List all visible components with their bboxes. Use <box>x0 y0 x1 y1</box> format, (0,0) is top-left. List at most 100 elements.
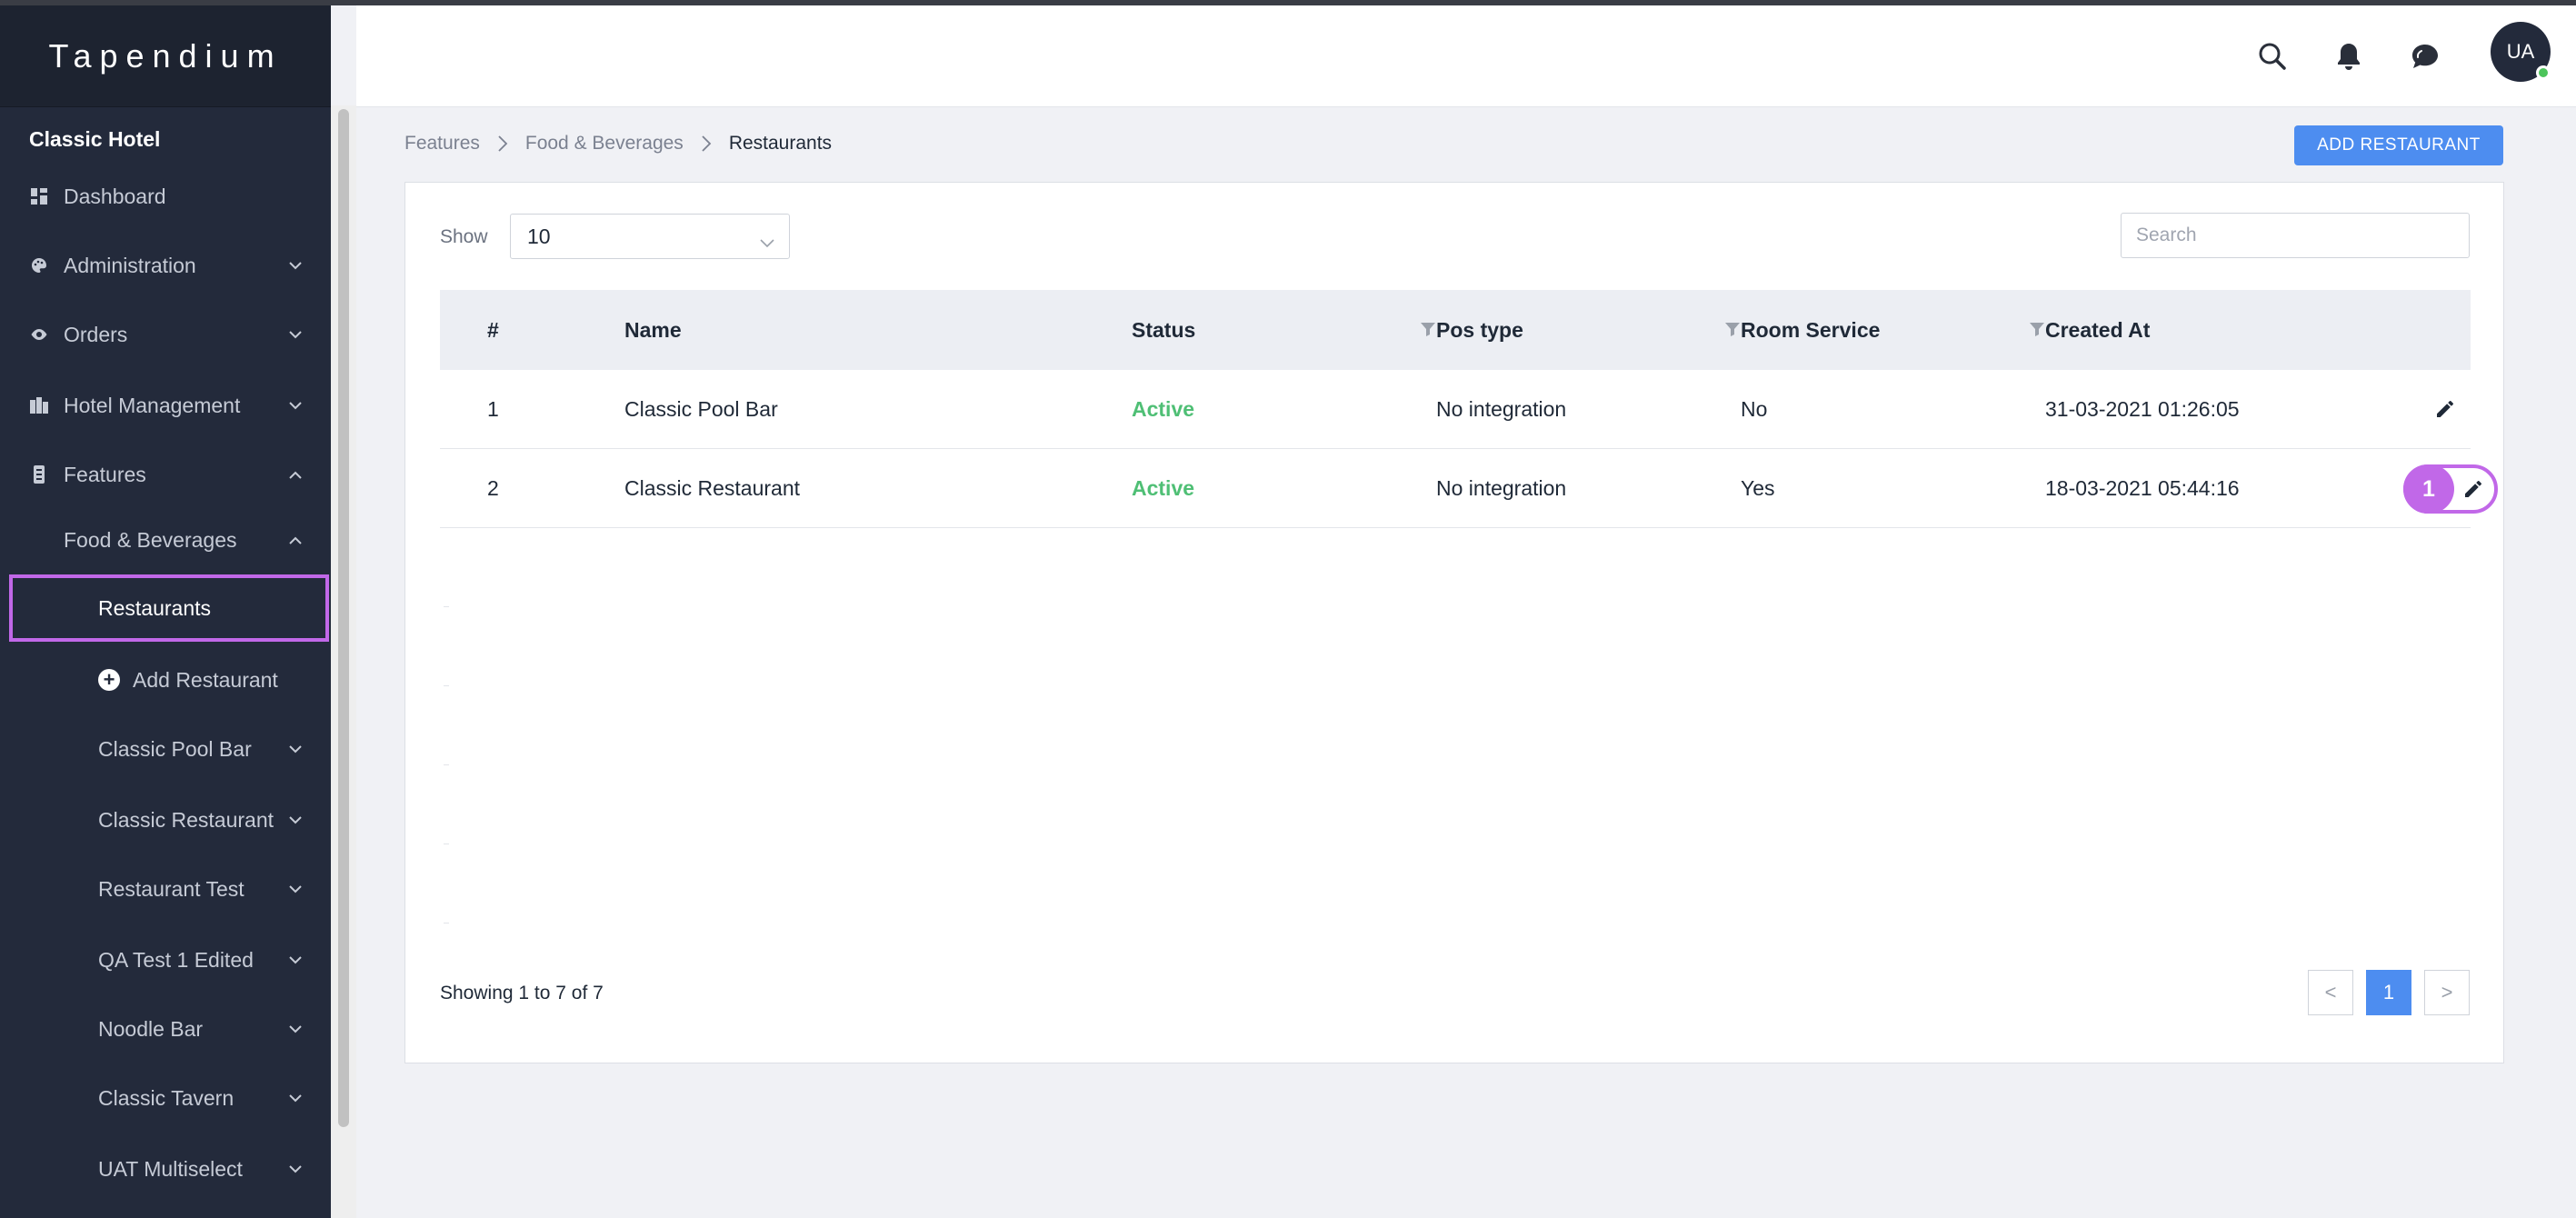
sidebar-item-label: Orders <box>64 322 128 346</box>
chevron-up-icon <box>287 466 304 483</box>
plus-circle-icon: + <box>98 669 120 691</box>
eye-icon <box>29 324 49 344</box>
cell-room-service: Yes <box>1741 476 1775 500</box>
breadcrumb: Features Food & Beverages Restaurants <box>404 133 832 155</box>
chevron-down-icon <box>287 397 304 414</box>
sidebar-item-label: Noodle Bar <box>98 1016 204 1041</box>
sidebar-item-features[interactable]: Features <box>0 447 331 502</box>
sidebar-item-add-restaurant[interactable]: + Add Restaurant <box>0 653 331 707</box>
features-icon <box>29 464 49 484</box>
sidebar: Tapendium Classic Hotel Dashboard Admini… <box>0 5 331 1218</box>
empty-row-marker <box>444 606 449 607</box>
chat-icon[interactable] <box>2407 38 2443 75</box>
chevron-down-icon <box>287 1090 304 1106</box>
chevron-up-icon <box>287 532 304 548</box>
sidebar-item-classic-tavern[interactable]: Classic Tavern <box>0 1071 331 1125</box>
cell-created-at: 31-03-2021 01:26:05 <box>2045 397 2240 421</box>
cell-number: 1 <box>487 397 499 421</box>
pagination-next-button[interactable]: > <box>2424 970 2470 1015</box>
sidebar-item-food-beverages[interactable]: Food & Beverages <box>0 513 331 567</box>
sidebar-item-classic-restaurant[interactable]: Classic Restaurant <box>0 793 331 847</box>
table-row[interactable]: 2 Classic Restaurant Active No integrati… <box>440 449 2498 528</box>
scrollbar-thumb[interactable] <box>338 109 349 1127</box>
palette-icon <box>29 255 49 275</box>
cell-pos-type: No integration <box>1436 476 1567 500</box>
filter-icon[interactable] <box>1724 321 1741 337</box>
chevron-down-icon <box>287 741 304 757</box>
sidebar-item-label: UAT Multiselect <box>98 1156 243 1181</box>
edit-pencil-icon[interactable] <box>2431 395 2459 423</box>
show-label: Show <box>440 226 488 247</box>
add-restaurant-button[interactable]: ADD RESTAURANT <box>2294 125 2503 165</box>
table-row[interactable]: 1 Classic Pool Bar Active No integration… <box>440 370 2471 449</box>
filter-icon[interactable] <box>1420 321 1436 337</box>
chevron-down-icon <box>287 257 304 274</box>
page-size-select[interactable]: 10 <box>510 214 790 259</box>
cell-name: Classic Restaurant <box>624 476 801 500</box>
bell-icon[interactable] <box>2331 38 2367 75</box>
chevron-down-icon <box>287 1161 304 1177</box>
sidebar-item-label: Hotel Management <box>64 393 241 417</box>
sidebar-item-uat-multiselect[interactable]: UAT Multiselect <box>0 1142 331 1196</box>
search-input[interactable] <box>2121 213 2470 258</box>
sidebar-item-label: Classic Pool Bar <box>98 736 252 761</box>
sidebar-item-label: Restaurants <box>98 595 212 620</box>
cell-name: Classic Pool Bar <box>624 397 778 421</box>
column-header-status[interactable]: Status <box>1132 290 1195 370</box>
sidebar-item-noodle-bar[interactable]: Noodle Bar <box>0 1002 331 1056</box>
chevron-down-icon <box>287 326 304 343</box>
sidebar-item-orders[interactable]: Orders <box>0 307 331 362</box>
sidebar-item-label: QA Test 1 Edited <box>98 947 254 972</box>
dashboard-icon <box>29 186 49 206</box>
annotation-badge: 1 <box>2403 464 2454 514</box>
column-header-name[interactable]: Name <box>624 290 682 370</box>
sidebar-item-qa-test[interactable]: QA Test 1 Edited <box>0 933 331 987</box>
avatar-initials: UA <box>2506 40 2535 63</box>
online-status-dot <box>2536 65 2551 80</box>
pagination-page-1[interactable]: 1 <box>2366 970 2411 1015</box>
sidebar-item-label: Add Restaurant <box>133 667 278 692</box>
column-header-created-at[interactable]: Created At <box>2045 290 2150 370</box>
sidebar-item-label: Classic Restaurant <box>98 807 275 832</box>
sidebar-item-restaurants[interactable]: Restaurants <box>9 574 329 642</box>
pagination-prev-button[interactable]: < <box>2308 970 2353 1015</box>
chevron-down-icon <box>287 881 304 897</box>
sidebar-item-classic-pool-bar[interactable]: Classic Pool Bar <box>0 722 331 776</box>
search-icon[interactable] <box>2254 38 2291 75</box>
breadcrumb-restaurants: Restaurants <box>728 133 833 154</box>
chevron-down-icon <box>287 952 304 968</box>
breadcrumb-food-beverages[interactable]: Food & Beverages <box>525 133 684 155</box>
hotel-name: Classic Hotel <box>29 127 161 151</box>
column-header-pos-type[interactable]: Pos type <box>1436 290 1523 370</box>
table-footer-summary: Showing 1 to 7 of 7 <box>440 983 604 1003</box>
top-header <box>356 5 2576 107</box>
column-header-room-service[interactable]: Room Service <box>1741 290 1880 370</box>
cell-status: Active <box>1132 476 1195 500</box>
column-header-number: # <box>487 317 499 342</box>
sidebar-item-administration[interactable]: Administration <box>0 238 331 293</box>
empty-row-marker <box>444 685 449 686</box>
top-border <box>0 0 2576 5</box>
chevron-down-icon <box>287 812 304 828</box>
cell-status: Active <box>1132 397 1195 421</box>
chevron-right-icon <box>700 135 713 153</box>
breadcrumb-features[interactable]: Features <box>404 133 480 155</box>
chevron-down-icon <box>760 229 774 254</box>
restaurants-card: Show 10 # Name Status Pos type Room Serv… <box>404 182 2504 1063</box>
page-size-value: 10 <box>527 224 551 248</box>
sidebar-item-hotel-management[interactable]: Hotel Management <box>0 378 331 433</box>
sidebar-item-dashboard[interactable]: Dashboard <box>0 169 331 224</box>
chevron-right-icon <box>496 135 509 153</box>
chevron-down-icon <box>287 1021 304 1037</box>
sidebar-scrollbar[interactable] <box>331 105 356 1218</box>
cell-pos-type: No integration <box>1436 397 1567 421</box>
user-avatar[interactable]: UA <box>2491 22 2551 82</box>
brand-logo[interactable]: Tapendium <box>0 5 331 107</box>
filter-icon[interactable] <box>2029 321 2045 337</box>
sidebar-item-label: Classic Tavern <box>98 1085 235 1110</box>
sidebar-item-restaurant-test[interactable]: Restaurant Test <box>0 862 331 916</box>
table-header: # Name Status Pos type Room Service Crea… <box>440 290 2471 370</box>
sidebar-item-label: Administration <box>64 253 196 277</box>
building-icon <box>29 395 49 415</box>
edit-pencil-icon[interactable] <box>2460 475 2487 503</box>
